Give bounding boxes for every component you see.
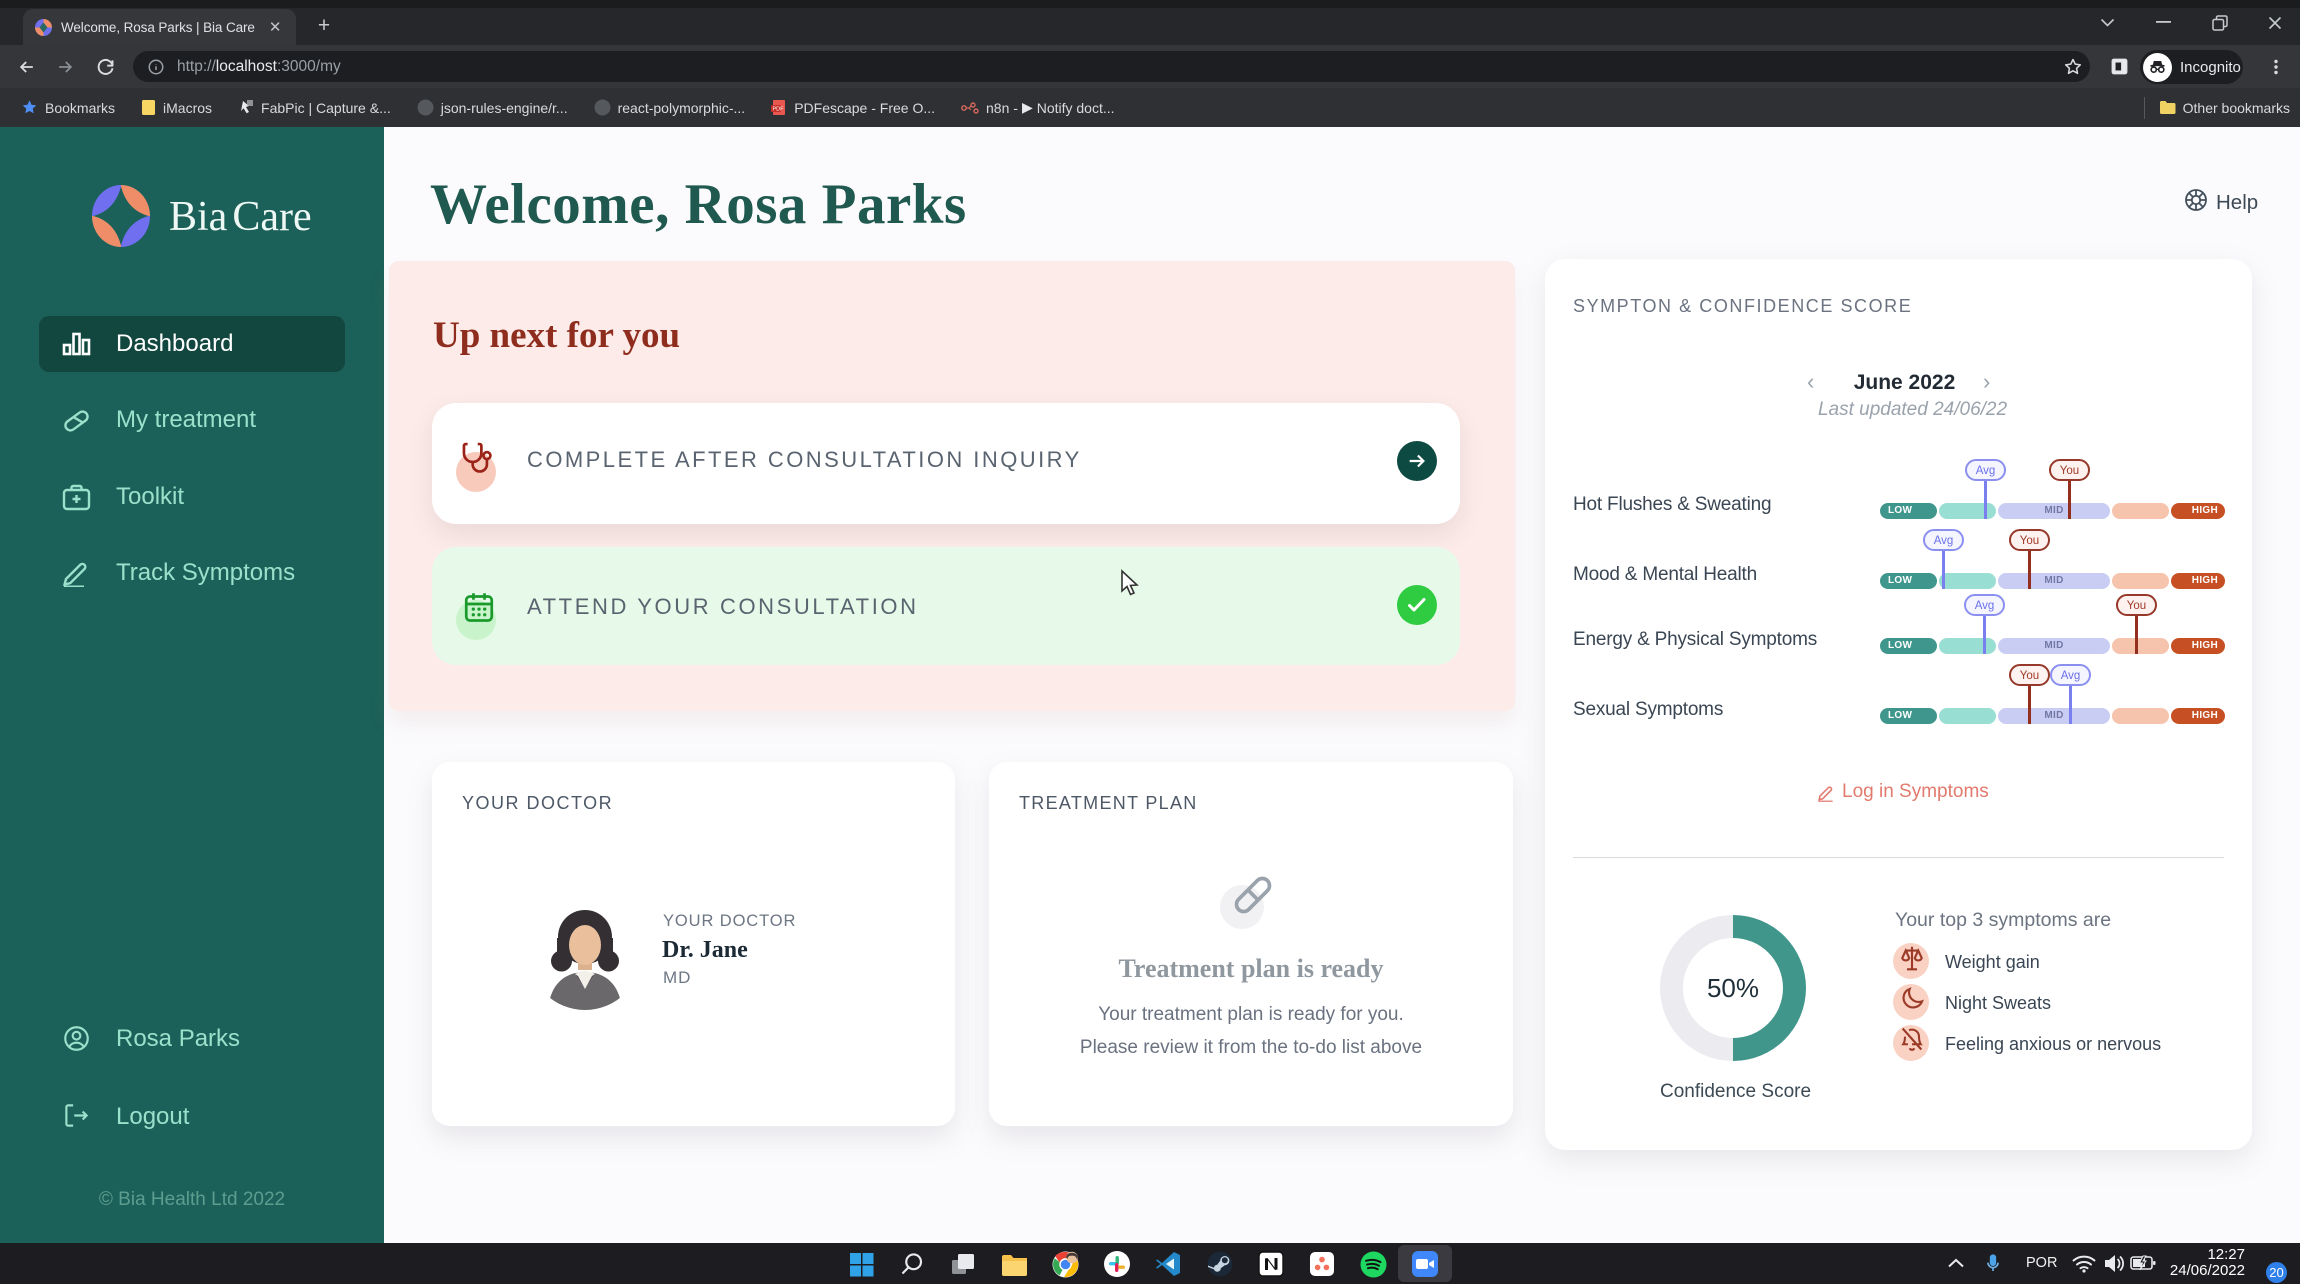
svg-text:PDF: PDF: [773, 106, 785, 112]
